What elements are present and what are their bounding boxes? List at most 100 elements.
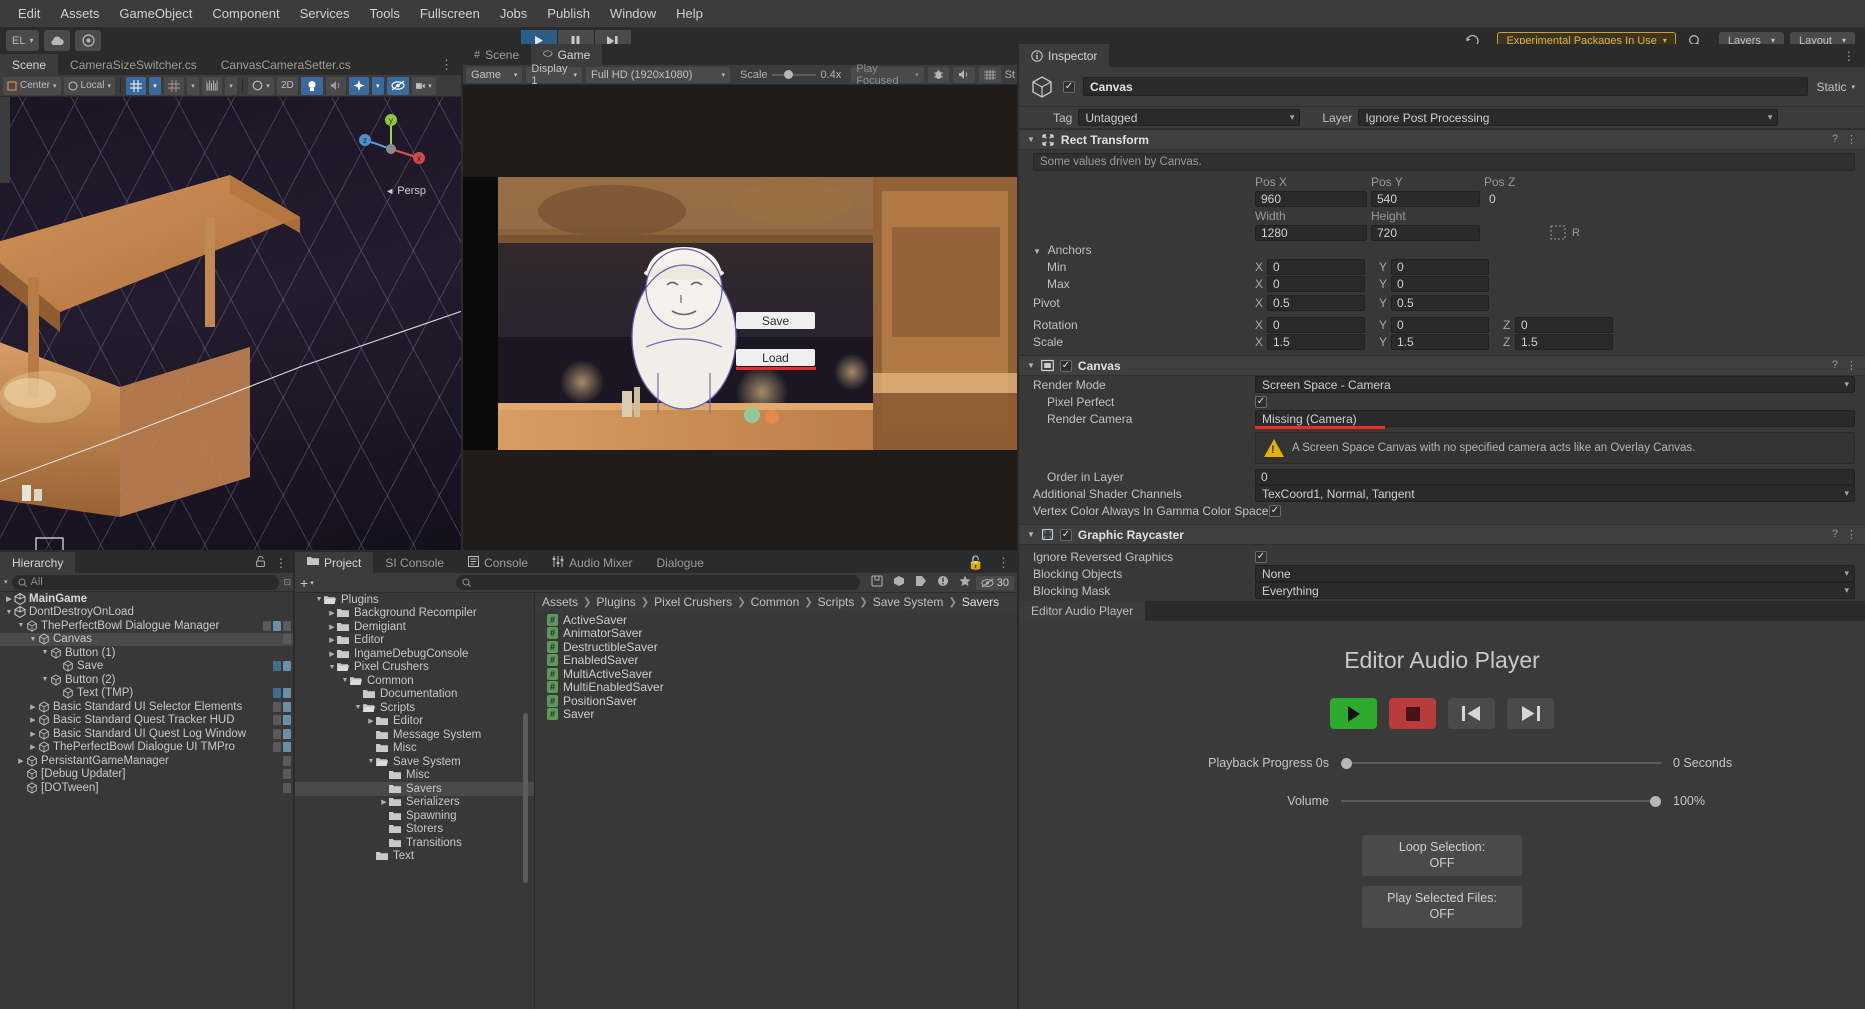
breadcrumb[interactable]: Assets ❯ Plugins ❯ Pixel Crushers ❯ Common ❯ Scr… [535, 593, 1019, 611]
anchors-foldout[interactable]: ▼ Anchors [1019, 241, 1865, 258]
project-tree-item-savers[interactable]: Savers [295, 782, 534, 796]
scale-slider[interactable] [771, 68, 817, 82]
project-tree-item-documentation[interactable]: Documentation [295, 688, 534, 702]
view-options-icon[interactable]: ▾ [247, 76, 274, 95]
gameobject-enabled-checkbox[interactable]: ✓ [1063, 80, 1075, 93]
eap-loop-selection-button[interactable]: Loop Selection: OFF [1362, 835, 1522, 877]
eap-stop-button[interactable] [1389, 698, 1436, 729]
breadcrumb-item[interactable]: Common [751, 595, 800, 609]
lighting-icon[interactable] [300, 76, 323, 95]
rotation-x-field[interactable]: 0 [1267, 316, 1365, 333]
asset-item-multiactivesaver[interactable]: # MultiActiveSaver [535, 667, 1019, 681]
project-add-button[interactable]: + ▾ [300, 575, 314, 591]
divider-scene-game[interactable] [461, 44, 463, 552]
chevron-right-icon[interactable]: ▶ [366, 717, 376, 725]
target-display-group-dropdown[interactable]: Game ▾ [466, 66, 523, 83]
project-tree-item-serializers[interactable]: ▶ Serializers [295, 796, 534, 810]
project-search-input[interactable] [456, 575, 860, 590]
save-filter-icon[interactable] [866, 575, 888, 590]
breadcrumb-item[interactable]: Save System [873, 595, 944, 609]
chevron-down-icon[interactable]: ▼ [40, 676, 50, 683]
game-tab-scene[interactable]: # Scene [462, 44, 531, 65]
hierarchy-item-button-2-[interactable]: ▼ Button (2) [0, 673, 295, 687]
menu-item-edit[interactable]: Edit [8, 2, 50, 25]
services-icon[interactable] [75, 30, 102, 51]
asset-list[interactable]: # ActiveSaver # AnimatorSaver # DestructibleS… [535, 611, 1019, 721]
anchor-max-y-field[interactable]: 0 [1391, 275, 1489, 292]
width-field[interactable]: 1280 [1255, 224, 1367, 241]
chevron-down-icon[interactable]: ▼ [28, 636, 38, 643]
effects-dropdown-icon[interactable]: ▾ [371, 76, 384, 95]
scale-x-field[interactable]: 1.5 [1267, 333, 1365, 350]
blocking-objects-dropdown[interactable]: None [1255, 565, 1855, 582]
menu-item-component[interactable]: Component [202, 2, 289, 25]
rotation-y-field[interactable]: 0 [1391, 316, 1489, 333]
ruler-icon[interactable] [201, 76, 222, 95]
shader-channels-dropdown[interactable]: TexCoord1, Normal, Tangent [1255, 485, 1855, 502]
tab-canvascamerasetter-cs[interactable]: CanvasCameraSetter.cs [209, 54, 363, 75]
chevron-right-icon[interactable]: ▶ [4, 595, 14, 603]
project-tree-item-text[interactable]: Text [295, 850, 534, 864]
height-field[interactable]: 720 [1371, 224, 1480, 241]
hierarchy-tree[interactable]: ▶ MainGame ▼ DontDestroyOnLoad ▼ ThePerfectBo… [0, 592, 295, 1009]
asset-item-destructiblesaver[interactable]: # DestructibleSaver [535, 640, 1019, 654]
project-tree-item-plugins[interactable]: ▼ Plugins [295, 593, 534, 607]
orientation-gizmo[interactable]: y x z [352, 111, 430, 183]
asset-item-activesaver[interactable]: # ActiveSaver [535, 613, 1019, 627]
hierarchy-item-basic-standard-ui-quest-log-window[interactable]: ▶ Basic Standard UI Quest Log Window [0, 727, 295, 741]
pivot-y-field[interactable]: 0.5 [1391, 294, 1489, 311]
foldout-arrow-icon[interactable]: ▼ [1027, 530, 1035, 539]
chevron-down-icon[interactable]: ▼ [340, 677, 350, 684]
render-mode-dropdown[interactable]: Screen Space - Camera [1255, 376, 1855, 393]
tab-inspector[interactable]: Inspector [1019, 44, 1110, 67]
component-header-rect-transform[interactable]: ▼ Rect Transform ? ⋮ [1019, 129, 1865, 150]
eap-playback-slider[interactable] [1341, 755, 1661, 771]
label-filter-icon[interactable] [910, 575, 932, 590]
ruler-dropdown-icon[interactable]: ▾ [224, 76, 237, 95]
hierarchy-item--dotween-[interactable]: [DOTween] [0, 781, 295, 795]
scene-viewport[interactable]: y x z ◄ Persp [0, 97, 462, 552]
chevron-right-icon[interactable]: ▶ [327, 623, 337, 631]
breadcrumb-item[interactable]: Assets [542, 595, 578, 609]
hierarchy-item-dontdestroyonload[interactable]: ▼ DontDestroyOnLoad [0, 606, 295, 620]
foldout-arrow-icon[interactable]: ▼ [1027, 361, 1035, 370]
game-load-button[interactable]: Load [736, 349, 815, 366]
hierarchy-item-theperfectbowl-dialogue-ui-tmpro[interactable]: ▶ ThePerfectBowl Dialogue UI TMPro [0, 741, 295, 755]
grid-icon[interactable] [125, 76, 146, 95]
handle-space-dropdown[interactable]: Local ▾ [63, 76, 115, 95]
kebab-menu-icon[interactable]: ⋮ [275, 557, 287, 569]
visibility-icon[interactable] [386, 76, 409, 95]
project-tree-item-background-recompiler[interactable]: ▶ Background Recompiler [295, 607, 534, 621]
help-icon[interactable]: ? [1832, 359, 1838, 372]
chevron-down-icon[interactable]: ▼ [4, 609, 14, 616]
project-tree-item-save-system[interactable]: ▼ Save System [295, 755, 534, 769]
menu-item-jobs[interactable]: Jobs [490, 2, 537, 25]
pos-y-field[interactable]: 540 [1371, 190, 1480, 207]
hierarchy-item-button-1-[interactable]: ▼ Button (1) [0, 646, 295, 660]
kebab-menu-icon[interactable]: ⋮ [1843, 44, 1865, 67]
menu-item-fullscreen[interactable]: Fullscreen [410, 2, 490, 25]
menu-item-assets[interactable]: Assets [50, 2, 109, 25]
help-icon[interactable]: ? [1832, 133, 1838, 146]
display-dropdown[interactable]: Display 1 ▾ [526, 63, 582, 87]
chevron-down-icon[interactable]: ▼ [16, 622, 26, 629]
grid-dropdown-icon[interactable]: ▾ [148, 76, 161, 95]
hierarchy-search-collapse-icon[interactable]: ⊡ [283, 577, 291, 588]
chevron-right-icon[interactable]: ▶ [327, 650, 337, 658]
breadcrumb-item[interactable]: Pixel Crushers [654, 595, 732, 609]
chevron-down-icon[interactable]: ▼ [353, 704, 363, 711]
component-header-canvas[interactable]: ▼ ✓ Canvas ? ⋮ [1019, 355, 1865, 376]
gamma-checkbox[interactable]: ✓ [1269, 504, 1281, 517]
tab-scene[interactable]: Scene [0, 54, 59, 75]
divider-center-inspector[interactable] [1017, 44, 1019, 1009]
asset-item-positionsaver[interactable]: # PositionSaver [535, 694, 1019, 708]
lock-icon[interactable]: 🔓 [968, 555, 985, 571]
prefab-filter-icon[interactable] [888, 575, 910, 590]
anchor-presets[interactable]: R [1550, 225, 1580, 240]
help-icon[interactable]: ? [1832, 528, 1838, 541]
perspective-label[interactable]: ◄ Persp [385, 185, 426, 197]
pos-x-field[interactable]: 960 [1255, 190, 1367, 207]
hierarchy-item--debug-updater-[interactable]: [Debug Updater] [0, 768, 295, 782]
kebab-menu-icon[interactable]: ⋮ [1846, 359, 1857, 372]
anchor-min-y-field[interactable]: 0 [1391, 258, 1489, 275]
